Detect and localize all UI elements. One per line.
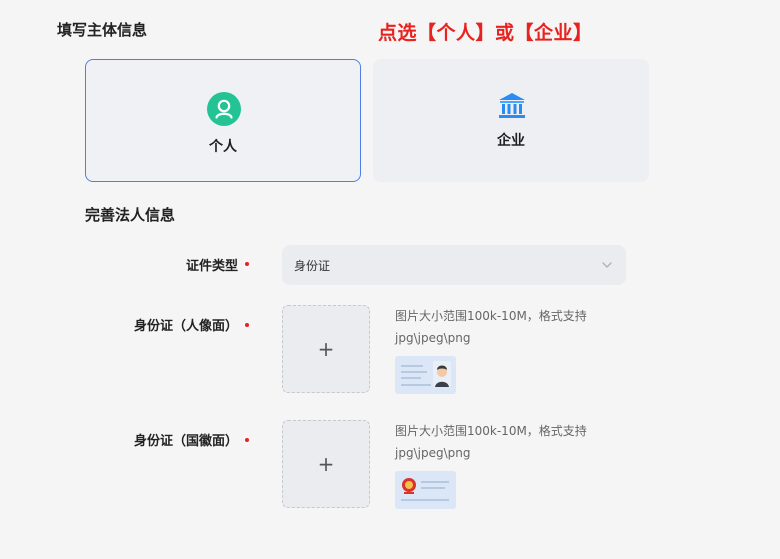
id-type-label: 证件类型 xyxy=(185,259,238,274)
chevron-down-icon xyxy=(602,262,612,268)
entity-type-label-enterprise: 企业 xyxy=(497,133,525,149)
entity-type-card-personal[interactable]: 个人 xyxy=(85,59,361,182)
section-title-legal-person: 完善法人信息 xyxy=(85,206,176,224)
required-indicator xyxy=(245,262,249,266)
plus-icon: + xyxy=(317,337,335,361)
person-icon xyxy=(207,92,241,126)
id-card-emblem-sample-icon xyxy=(395,471,456,509)
id-card-portrait-sample-icon xyxy=(395,356,456,394)
id-type-select-value: 身份证 xyxy=(294,259,331,273)
required-indicator xyxy=(245,438,249,442)
id-back-upload-button[interactable]: + xyxy=(282,420,370,508)
bank-icon xyxy=(499,93,525,118)
plus-icon: + xyxy=(317,452,335,476)
id-back-upload-hint: 图片大小范围100k-10M，格式支持jpg\jpeg\png xyxy=(395,424,587,460)
entity-type-label-personal: 个人 xyxy=(209,139,237,155)
entity-type-card-enterprise[interactable]: 企业 xyxy=(373,59,649,182)
id-front-upload-hint: 图片大小范围100k-10M，格式支持jpg\jpeg\png xyxy=(395,309,587,345)
id-front-label: 身份证（人像面） xyxy=(133,319,238,334)
id-type-select[interactable]: 身份证 xyxy=(282,245,626,285)
id-back-label: 身份证（国徽面） xyxy=(133,434,238,449)
instruction-hint: 点选【个人】或【企业】 xyxy=(378,22,593,44)
id-front-upload-button[interactable]: + xyxy=(282,305,370,393)
section-title-entity-info: 填写主体信息 xyxy=(57,21,148,39)
required-indicator xyxy=(245,323,249,327)
